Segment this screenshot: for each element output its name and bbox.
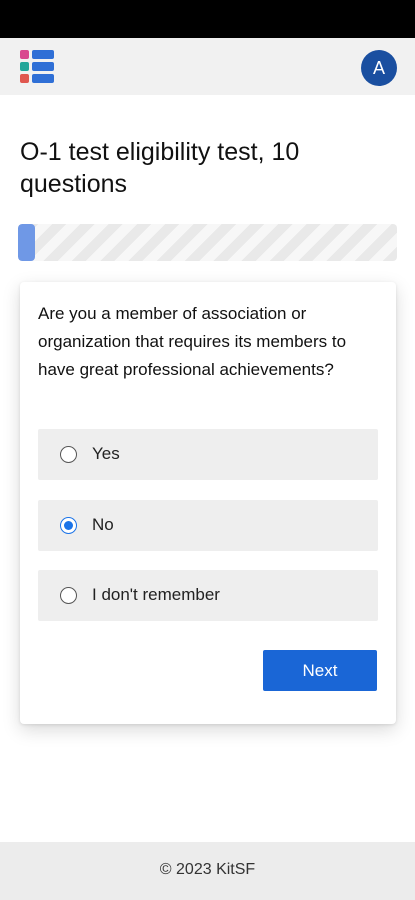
page-title: O-1 test eligibility test, 10 questions	[20, 138, 300, 198]
option-label: Yes	[92, 444, 120, 463]
option-yes[interactable]: Yes	[38, 429, 378, 480]
radio-button[interactable]	[60, 446, 77, 463]
question-text: Are you a member of association or organ…	[38, 304, 347, 379]
progress-bar	[18, 224, 397, 261]
status-bar	[0, 0, 415, 38]
app-header: A	[0, 38, 415, 95]
logo-row	[18, 62, 56, 71]
footer: © 2023 KitSF	[0, 842, 415, 900]
radio-button[interactable]	[60, 587, 77, 604]
option-dont-remember[interactable]: I don't remember	[38, 570, 378, 621]
question-card: Are you a member of association or organ…	[20, 282, 396, 724]
logo-row	[18, 74, 56, 83]
next-button[interactable]: Next	[263, 650, 377, 691]
progress-fill	[18, 224, 36, 261]
avatar[interactable]: A	[361, 50, 397, 86]
option-label: I don't remember	[92, 585, 220, 604]
copyright-text: © 2023 KitSF	[159, 861, 256, 878]
option-label: No	[92, 515, 114, 534]
radio-button[interactable]	[60, 517, 77, 534]
kanban-list-icon[interactable]	[18, 47, 56, 85]
option-no[interactable]: No	[38, 500, 378, 551]
logo-row	[18, 50, 56, 59]
